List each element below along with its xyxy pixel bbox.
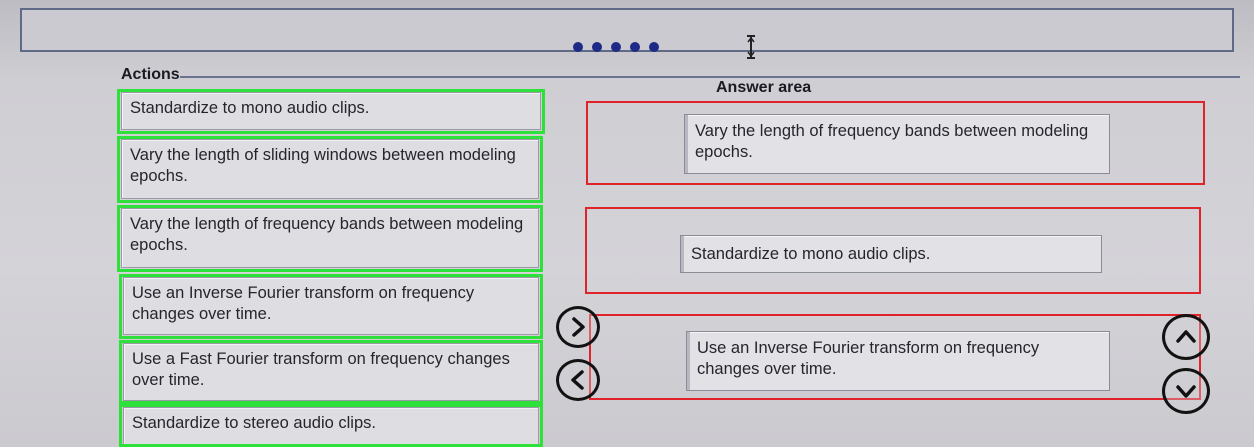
action-item[interactable]: Standardize to mono audio clips. — [121, 92, 541, 130]
action-item[interactable]: Vary the length of frequency bands betwe… — [121, 208, 539, 268]
move-up-button[interactable] — [1162, 314, 1210, 360]
chevron-down-icon — [1176, 385, 1196, 398]
progress-dot — [611, 42, 621, 52]
action-item[interactable]: Vary the length of sliding windows betwe… — [121, 139, 539, 199]
progress-dots — [573, 38, 659, 56]
progress-dot — [649, 42, 659, 52]
move-down-button[interactable] — [1162, 368, 1210, 414]
progress-dot — [573, 42, 583, 52]
text-cursor-icon — [747, 35, 755, 59]
progress-dot — [630, 42, 640, 52]
move-right-button[interactable] — [556, 306, 600, 348]
progress-dot — [592, 42, 602, 52]
action-item[interactable]: Use an Inverse Fourier transform on freq… — [123, 277, 539, 335]
chevron-left-icon — [571, 370, 584, 390]
action-item[interactable]: Use a Fast Fourier transform on frequenc… — [123, 343, 539, 401]
answer-slot[interactable]: Use an Inverse Fourier transform on freq… — [686, 331, 1110, 391]
answer-area-heading: Answer area — [716, 79, 812, 96]
chevron-up-icon — [1176, 330, 1196, 343]
chevron-right-icon — [572, 317, 585, 337]
answer-slot[interactable]: Vary the length of frequency bands betwe… — [684, 114, 1110, 174]
actions-heading: Actions — [121, 66, 180, 83]
move-left-button[interactable] — [556, 359, 600, 401]
header-divider — [180, 76, 1240, 78]
answer-slot[interactable]: Standardize to mono audio clips. — [680, 235, 1102, 273]
drag-drop-question-screen: Actions Standardize to mono audio clips.… — [0, 0, 1254, 447]
action-item[interactable]: Standardize to stereo audio clips. — [123, 407, 539, 445]
